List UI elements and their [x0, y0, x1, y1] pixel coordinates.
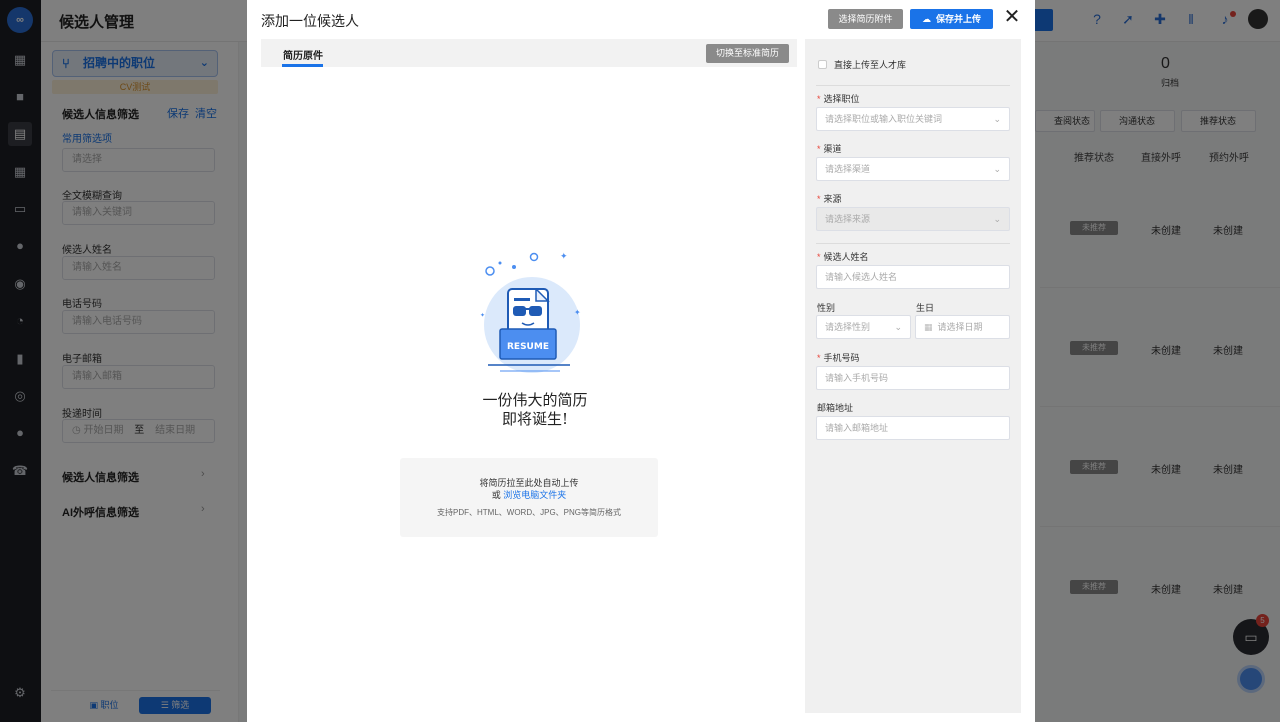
candidate-name-label: * 候选人姓名	[817, 252, 869, 262]
illus-glasses-left	[513, 306, 526, 316]
illus-dot	[512, 265, 516, 269]
switch-standard-button[interactable]: 切换至标准简历	[706, 44, 789, 63]
form-divider	[816, 243, 1010, 244]
illus-resume-word: RESUME	[507, 342, 549, 352]
phone-label: * 手机号码	[817, 353, 860, 363]
birthday-picker[interactable]: ▦ 请选择日期	[915, 315, 1010, 339]
email-input[interactable]: 请输入邮箱地址	[816, 416, 1010, 440]
phone-input[interactable]: 请输入手机号码	[816, 366, 1010, 390]
slogan-line1: 一份伟大的简历	[482, 391, 588, 409]
job-select[interactable]: 请选择职位或输入职位关键词 ⌄	[816, 107, 1010, 131]
illus-sparkle: ✦	[560, 251, 568, 261]
calendar-icon: ▦	[924, 322, 933, 332]
job-label: * 选择职位	[817, 94, 860, 104]
resume-preview-pane: 简历原件 切换至标准简历 ✦ ✦ ✦ RESUME 一份伟大的简历 即将诞生! …	[261, 39, 797, 722]
source-placeholder: 请选择来源	[825, 214, 871, 224]
save-upload-label: 保存并上传	[935, 14, 981, 24]
chevron-down-icon: ⌄	[993, 214, 1001, 224]
chevron-down-icon: ⌄	[993, 114, 1001, 124]
gender-placeholder: 请选择性别	[825, 322, 871, 332]
direct-upload-label: 直接上传至人才库	[834, 60, 907, 70]
upload-or: 或	[491, 490, 501, 500]
close-icon[interactable]: ✕	[1003, 7, 1021, 27]
cloud-upload-icon: ☁	[921, 14, 931, 24]
tab-original-resume[interactable]: 简历原件	[283, 47, 323, 62]
source-label: * 来源	[817, 194, 842, 204]
illus-bubble	[485, 266, 495, 276]
candidate-name-input[interactable]: 请输入候选人姓名	[816, 265, 1010, 289]
channel-placeholder: 请选择渠道	[825, 164, 871, 174]
resume-illustration: ✦ ✦ ✦ RESUME	[480, 251, 581, 373]
illus-dot	[498, 261, 502, 265]
resume-slogan: 一份伟大的简历 即将诞生!	[467, 391, 603, 429]
candidate-form: 直接上传至人才库 * 选择职位 请选择职位或输入职位关键词 ⌄ * 渠道 请选择渠道 ⌄…	[805, 39, 1021, 713]
select-attachment-button[interactable]: 选择简历附件	[828, 9, 903, 29]
channel-label: * 渠道	[817, 144, 842, 154]
birthday-placeholder: 请选择日期	[937, 322, 983, 332]
direct-upload-checkbox[interactable]	[818, 60, 827, 69]
slogan-line2: 即将诞生!	[501, 410, 569, 428]
source-select[interactable]: 请选择来源 ⌄	[816, 207, 1010, 231]
resume-tabbar: 简历原件 切换至标准简历	[261, 39, 797, 67]
illus-line	[514, 298, 530, 301]
channel-select[interactable]: 请选择渠道 ⌄	[816, 157, 1010, 181]
save-upload-button[interactable]: ☁ 保存并上传	[910, 9, 993, 29]
illus-sparkle: ✦	[480, 312, 485, 319]
tab-underline	[282, 64, 323, 67]
birthday-label: 生日	[916, 303, 935, 313]
illus-sparkle: ✦	[574, 308, 581, 317]
upload-formats: 支持PDF、HTML、WORD、JPG、PNG等简历格式	[437, 508, 621, 517]
gender-label: 性别	[817, 303, 836, 313]
add-candidate-modal: 添加一位候选人 选择简历附件 ☁ 保存并上传 ✕ 简历原件 切换至标准简历 ✦ ✦…	[247, 0, 1035, 722]
chevron-down-icon: ⌄	[993, 164, 1001, 174]
email-label: 邮箱地址	[817, 403, 854, 413]
form-divider	[816, 85, 1010, 86]
upload-browse-row: 或 浏览电脑文件夹	[400, 488, 658, 501]
job-placeholder: 请选择职位或输入职位关键词	[825, 114, 943, 124]
chevron-down-icon: ⌄	[894, 322, 902, 332]
modal-title: 添加一位候选人	[261, 13, 359, 29]
illus-glasses-bridge	[525, 308, 530, 310]
illus-glasses-right	[529, 306, 542, 316]
gender-select[interactable]: 请选择性别 ⌄	[816, 315, 911, 339]
upload-dropzone[interactable]: 将简历拉至此处自动上传 或 浏览电脑文件夹 支持PDF、HTML、WORD、JP…	[400, 458, 658, 537]
browse-files-link[interactable]: 浏览电脑文件夹	[503, 490, 566, 500]
illus-bubble	[529, 252, 539, 262]
